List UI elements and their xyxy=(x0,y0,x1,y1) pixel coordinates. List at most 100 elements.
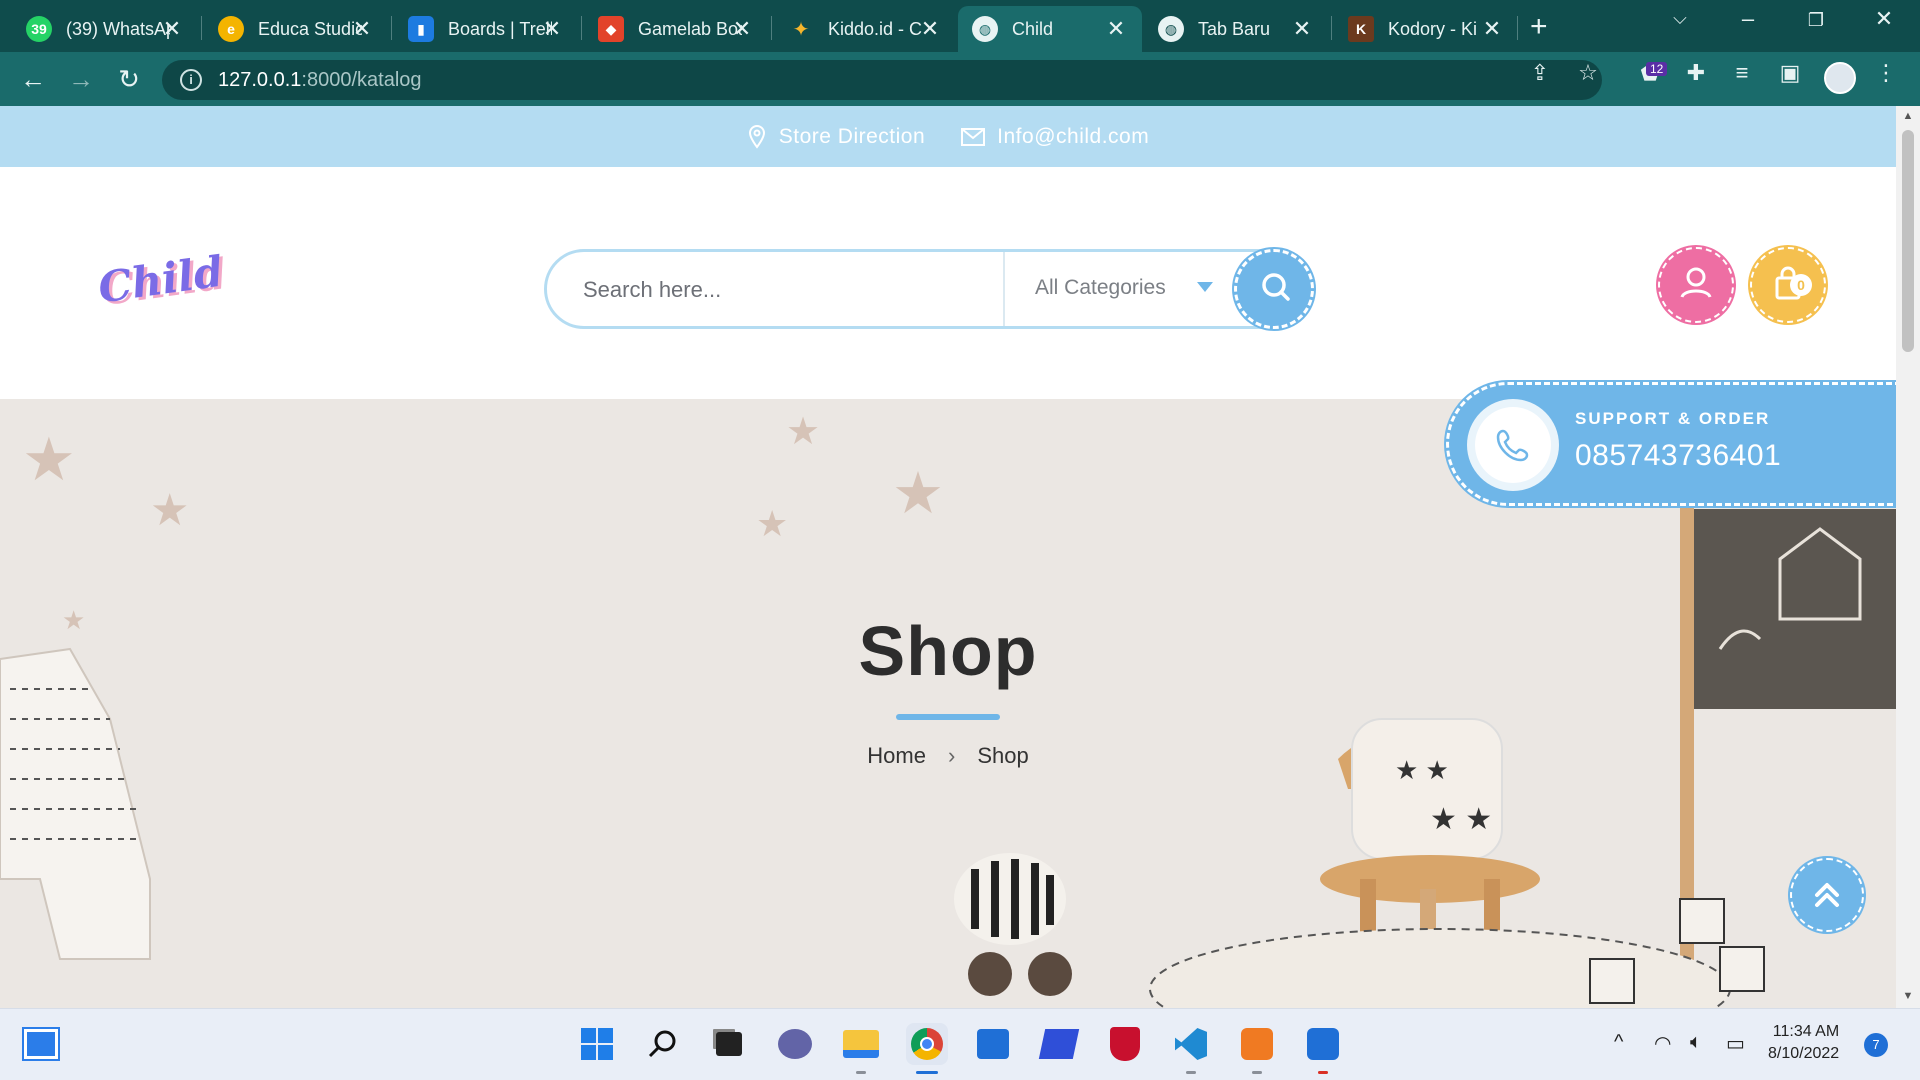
tab-educa-studio[interactable]: e Educa Studio ✕ xyxy=(204,6,388,52)
cart-count-badge: 0 xyxy=(1790,274,1812,296)
contact-topbar: Store Direction Info@child.com xyxy=(0,106,1896,167)
extensions-puzzle-icon[interactable]: ✚ xyxy=(1682,60,1710,86)
page-scrollbar[interactable]: ▲ ▼ xyxy=(1896,106,1920,1008)
microsoft-store-icon[interactable] xyxy=(972,1023,1014,1065)
windows-taskbar: ^ ◠ 🔈︎ ▭ 11:34 AM 8/10/2022 7 xyxy=(0,1008,1920,1080)
search-icon xyxy=(1262,273,1290,301)
new-tab-button[interactable]: + xyxy=(1530,10,1548,44)
close-icon[interactable]: ✕ xyxy=(1480,16,1504,42)
scrollbar-thumb[interactable] xyxy=(1902,130,1914,352)
tab-child-active[interactable]: ◍ Child ✕ xyxy=(958,6,1142,52)
dev-tool-icon[interactable] xyxy=(1038,1023,1080,1065)
file-explorer-icon[interactable] xyxy=(840,1023,882,1065)
tab-whatsapp[interactable]: 39 (39) WhatsApp ✕ xyxy=(12,6,198,52)
task-view-icon[interactable] xyxy=(708,1023,750,1065)
phone-icon xyxy=(1496,429,1529,462)
close-icon[interactable]: ✕ xyxy=(540,16,564,42)
side-panel-icon[interactable]: ▣ xyxy=(1776,60,1804,86)
map-pin-icon xyxy=(748,124,765,149)
clock-time: 11:34 AM xyxy=(1772,1023,1840,1040)
support-order-widget[interactable]: SUPPORT & ORDER 085743736401 xyxy=(1446,382,1896,506)
support-phone-number: 085743736401 xyxy=(1575,439,1782,472)
page-viewport: Store Direction Info@child.com Child All… xyxy=(0,106,1896,1008)
tab-search-chevron-icon[interactable]: ⌵ xyxy=(1660,8,1700,29)
mail-icon xyxy=(961,127,986,146)
tab-gamelab[interactable]: ◆ Gamelab Boards ✕ xyxy=(584,6,768,52)
bookmark-star-icon[interactable]: ☆ xyxy=(1574,60,1602,86)
reading-list-icon[interactable]: ≡ xyxy=(1728,60,1756,86)
search-divider xyxy=(1003,252,1005,326)
site-info-icon[interactable]: i xyxy=(180,69,202,91)
back-button[interactable]: ← xyxy=(16,62,50,96)
widgets-icon[interactable] xyxy=(20,1023,62,1065)
menu-kebab-icon[interactable]: ⋮ xyxy=(1872,60,1900,86)
site-logo[interactable]: Child xyxy=(95,247,226,313)
close-icon[interactable]: ✕ xyxy=(350,16,374,42)
search-form: All Categories xyxy=(544,249,1314,329)
search-icon[interactable] xyxy=(642,1023,684,1065)
tab-trello[interactable]: ▮ Boards | Trello ✕ xyxy=(394,6,578,52)
teams-chat-icon[interactable] xyxy=(774,1023,816,1065)
tab-tab-baru[interactable]: ◍ Tab Baru ✕ xyxy=(1144,6,1328,52)
profile-avatar[interactable] xyxy=(1824,62,1856,94)
clock-date: 8/10/2022 xyxy=(1768,1045,1840,1062)
address-bar[interactable]: i 127.0.0.1:8000/katalog xyxy=(162,60,1602,100)
whatsapp-icon: 39 xyxy=(26,16,52,42)
reload-button[interactable]: ↻ xyxy=(112,62,146,96)
battery-icon[interactable]: ▭ xyxy=(1726,1031,1745,1056)
search-button[interactable] xyxy=(1234,249,1314,329)
email-link[interactable]: Info@child.com xyxy=(961,125,1149,149)
svg-text:★ ★: ★ ★ xyxy=(1430,803,1492,836)
gitlab-icon: ◆ xyxy=(598,16,624,42)
shopping-bag-icon xyxy=(1775,266,1801,300)
search-input[interactable] xyxy=(583,274,983,306)
mcafee-icon[interactable] xyxy=(1104,1023,1146,1065)
breadcrumb-home-link[interactable]: Home xyxy=(867,743,926,768)
title-underline xyxy=(896,714,1000,720)
close-icon[interactable]: ✕ xyxy=(1290,16,1314,42)
account-button[interactable] xyxy=(1658,247,1734,323)
category-select[interactable]: All Categories xyxy=(1035,276,1166,300)
support-label: SUPPORT & ORDER xyxy=(1575,409,1771,428)
breadcrumb-current: Shop xyxy=(977,743,1029,768)
browser-toolbar: ← → ↻ i 127.0.0.1:8000/katalog ⇪ ☆ ⬟ ✚ ≡… xyxy=(0,52,1920,106)
trello-icon: ▮ xyxy=(408,16,434,42)
chevron-up-icon[interactable]: ^ xyxy=(1614,1031,1623,1054)
user-icon xyxy=(1680,267,1712,298)
scroll-down-arrow-icon[interactable]: ▼ xyxy=(1902,990,1914,1002)
url-path: :8000/katalog xyxy=(301,68,422,91)
back-to-top-button[interactable] xyxy=(1790,858,1864,932)
share-icon[interactable]: ⇪ xyxy=(1526,60,1554,86)
extension-badge: 12 xyxy=(1646,62,1668,76)
start-button[interactable] xyxy=(576,1023,618,1065)
close-icon[interactable]: ✕ xyxy=(730,16,754,42)
close-icon[interactable]: ✕ xyxy=(918,16,942,42)
scroll-up-arrow-icon[interactable]: ▲ xyxy=(1902,110,1914,122)
wifi-icon[interactable]: ◠ xyxy=(1654,1031,1671,1056)
system-clock[interactable]: 11:34 AM 8/10/2022 xyxy=(1768,1021,1839,1065)
volume-icon[interactable]: 🔈︎ xyxy=(1690,1031,1702,1054)
notification-badge[interactable]: 7 xyxy=(1864,1033,1888,1057)
minimize-button[interactable]: – xyxy=(1728,6,1768,32)
breadcrumb: Home › Shop xyxy=(0,743,1896,769)
tab-kodory[interactable]: K Kodory - Ki ✕ xyxy=(1334,6,1518,52)
vscode-icon[interactable] xyxy=(1170,1023,1212,1065)
educa-favicon-icon: e xyxy=(218,16,244,42)
app-icon[interactable] xyxy=(1302,1023,1344,1065)
chevron-right-icon: › xyxy=(947,743,956,768)
close-icon[interactable]: ✕ xyxy=(160,16,184,42)
restore-button[interactable]: ❐ xyxy=(1796,10,1836,31)
store-direction-link[interactable]: Store Direction xyxy=(747,124,925,150)
forward-button[interactable]: → xyxy=(64,62,98,96)
site-header: Child All Categories xyxy=(0,167,1896,399)
close-window-button[interactable]: ✕ xyxy=(1864,6,1904,32)
cart-button[interactable] xyxy=(1750,247,1826,323)
chrome-icon[interactable] xyxy=(906,1023,948,1065)
kiddo-icon: ✦ xyxy=(792,18,810,41)
tab-kiddo[interactable]: ✦ Kiddo.id - C ✕ xyxy=(774,6,956,52)
xampp-icon[interactable] xyxy=(1236,1023,1278,1065)
close-icon[interactable]: ✕ xyxy=(1104,16,1128,42)
windows-logo-icon xyxy=(581,1028,613,1060)
url-host: 127.0.0.1 xyxy=(218,68,302,91)
globe-icon: ◍ xyxy=(1158,16,1184,42)
